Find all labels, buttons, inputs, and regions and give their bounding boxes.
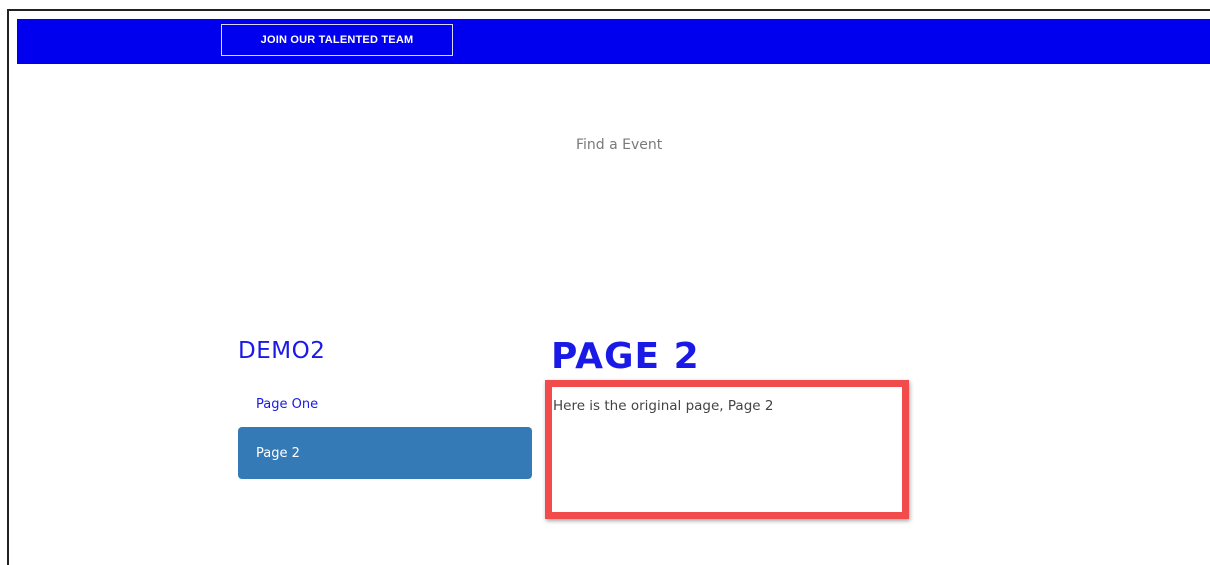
sidebar-item-page-2[interactable]: Page 2 [238, 427, 532, 479]
top-bar [17, 19, 1210, 64]
sidebar-item-label: Page 2 [256, 445, 300, 461]
join-team-button[interactable]: JOIN OUR TALENTED TEAM [221, 24, 453, 56]
sidebar-item-page-one[interactable]: Page One [238, 388, 532, 420]
sidebar-item-label: Page One [256, 396, 319, 412]
page-title: PAGE 2 [551, 336, 700, 377]
frame-border-top [7, 9, 1210, 11]
page: JOIN OUR TALENTED TEAM Find a Event DEMO… [0, 0, 1210, 565]
page-body-text: Here is the original page, Page 2 [553, 398, 774, 414]
frame-border-left [7, 9, 9, 565]
sidebar-title: DEMO2 [238, 338, 326, 364]
find-event-link[interactable]: Find a Event [576, 137, 662, 153]
